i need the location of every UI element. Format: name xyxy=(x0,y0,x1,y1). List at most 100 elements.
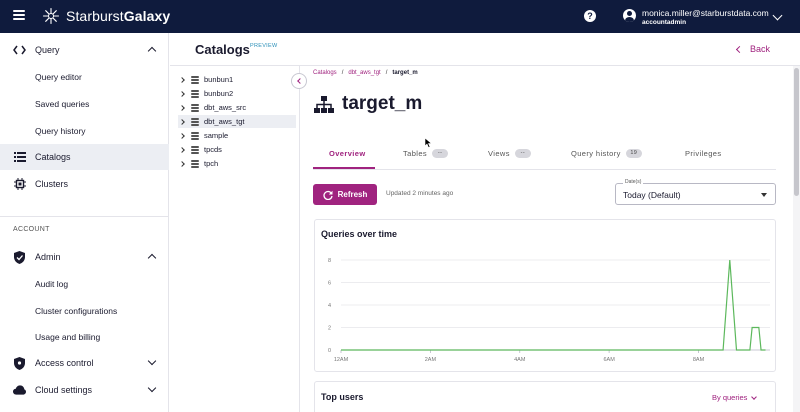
updated-timestamp: Updated 2 minutes ago xyxy=(386,190,454,197)
sidebar-item-admin[interactable]: Admin xyxy=(0,244,169,270)
chevron-left-icon xyxy=(735,45,744,53)
user-avatar-icon[interactable] xyxy=(623,9,636,22)
chevron-right-icon[interactable] xyxy=(179,90,185,97)
tab-overview[interactable]: Overview xyxy=(329,149,366,158)
sidebar-item-label: Query xyxy=(35,45,60,55)
database-icon xyxy=(191,103,199,112)
brand-name-bold: Galaxy xyxy=(123,8,171,24)
tab-label: Query history xyxy=(571,149,621,158)
tab-views[interactable]: Views -- xyxy=(488,149,531,158)
preview-badge: PREVIEW xyxy=(250,43,278,49)
sidebar-item-label: Access control xyxy=(35,358,94,368)
top-users-card: Top users By queries xyxy=(314,381,776,412)
refresh-icon xyxy=(323,190,333,200)
scrollbar-thumb[interactable] xyxy=(794,68,799,196)
tree-item-selected[interactable]: dbt_aws_tgt xyxy=(178,115,296,128)
database-icon xyxy=(191,145,199,154)
tab-label: Views xyxy=(488,149,510,158)
sidebar-item-query[interactable]: Query xyxy=(0,37,169,63)
sidebar-item-label: Clusters xyxy=(35,179,69,189)
tree-item[interactable]: bunbun2 xyxy=(178,87,296,100)
tab-query-history[interactable]: Query history 19 xyxy=(571,149,642,158)
tree-item[interactable]: tpch xyxy=(178,157,296,170)
brand-logo[interactable]: StarburstGalaxy xyxy=(42,7,170,25)
database-icon xyxy=(191,131,199,140)
caret-down-icon xyxy=(761,193,767,197)
queries-over-time-card: Queries over time 0 2 4 6 8 12AM 2AM 4AM 6AM 8AM xyxy=(314,219,776,372)
sidebar-item-access-control[interactable]: Access control xyxy=(0,350,169,376)
chart-x-tick-label: 6AM xyxy=(603,357,615,363)
tab-tables[interactable]: Tables -- xyxy=(403,149,449,158)
tab-count-badge: -- xyxy=(432,149,449,158)
sidebar-item-cluster-configurations[interactable]: Cluster configurations xyxy=(35,306,117,316)
refresh-label: Refresh xyxy=(337,190,368,199)
brand-name-light: Starburst xyxy=(66,8,124,24)
schema-title: target_m xyxy=(342,93,423,114)
chevron-right-icon[interactable] xyxy=(179,104,185,111)
menu-icon[interactable] xyxy=(13,10,25,20)
chevron-right-icon[interactable] xyxy=(179,132,185,139)
top-bar: StarburstGalaxy ? monica.miller@starburs… xyxy=(0,0,800,33)
chevron-up-icon xyxy=(147,46,157,56)
breadcrumb-catalogs[interactable]: Catalogs xyxy=(313,70,337,76)
database-icon xyxy=(191,117,199,126)
schema-hierarchy-icon xyxy=(314,96,334,113)
date-select[interactable]: Today (Default) xyxy=(615,183,776,205)
tab-privileges[interactable]: Privileges xyxy=(685,149,722,158)
sidebar-item-clusters[interactable]: Clusters xyxy=(0,171,169,197)
chevron-down-icon xyxy=(147,356,157,366)
card-title: Top users xyxy=(321,392,364,402)
tab-label: Tables xyxy=(403,149,428,158)
chevron-down-icon xyxy=(147,383,157,393)
user-email[interactable]: monica.miller@starburstdata.com xyxy=(642,8,769,18)
active-tab-indicator xyxy=(313,167,375,169)
chevron-right-icon[interactable] xyxy=(179,160,185,167)
shield-lock-icon xyxy=(13,356,26,370)
section-label-account: ACCOUNT xyxy=(13,226,50,233)
sort-by-label: By queries xyxy=(712,393,748,402)
sidebar-item-catalogs[interactable]: Catalogs xyxy=(0,144,169,170)
code-brackets-icon xyxy=(13,44,26,57)
sidebar-item-query-history[interactable]: Query history xyxy=(35,126,86,136)
tree-item[interactable]: sample xyxy=(178,129,296,142)
sidebar-item-audit-log[interactable]: Audit log xyxy=(35,279,68,289)
sidebar-item-usage-billing[interactable]: Usage and billing xyxy=(35,332,100,342)
chevron-up-icon xyxy=(147,253,157,263)
breadcrumb: Catalogs / dbt_aws_tgt / target_m xyxy=(313,70,418,76)
sidebar-item-saved-queries[interactable]: Saved queries xyxy=(35,99,89,109)
database-icon xyxy=(191,75,199,84)
chart-y-tick-label: 0 xyxy=(328,348,331,354)
date-select-label: Date(s) xyxy=(623,179,644,185)
chart-y-tick-label: 6 xyxy=(328,281,331,287)
chart-x-tick-label: 12AM xyxy=(334,357,349,363)
user-menu-chevron-icon[interactable] xyxy=(772,10,783,21)
tab-count-badge: 19 xyxy=(625,149,642,158)
tree-item[interactable]: dbt_aws_src xyxy=(178,101,296,114)
chevron-right-icon[interactable] xyxy=(179,146,185,153)
tree-item-label: bunbun2 xyxy=(204,89,234,98)
tree-item-label: tpcds xyxy=(204,145,222,154)
chevron-right-icon[interactable] xyxy=(179,76,185,83)
mouse-cursor-icon xyxy=(425,138,433,148)
help-icon[interactable]: ? xyxy=(584,10,596,22)
tab-count-badge: -- xyxy=(514,149,531,158)
refresh-button[interactable]: Refresh xyxy=(313,184,377,205)
sidebar-item-label: Catalogs xyxy=(35,152,71,162)
tab-bar: Overview Tables -- Views -- Query history 1… xyxy=(313,141,776,170)
list-icon xyxy=(13,151,26,164)
tree-item-label: sample xyxy=(204,131,229,140)
tree-item[interactable]: bunbun1 xyxy=(178,73,296,86)
breadcrumb-separator: / xyxy=(341,70,344,76)
chart-y-tick-label: 2 xyxy=(328,326,331,332)
sort-by-dropdown[interactable]: By queries xyxy=(712,393,758,402)
tree-item[interactable]: tpcds xyxy=(178,143,296,156)
back-button[interactable]: Back xyxy=(735,44,770,54)
collapse-tree-button[interactable] xyxy=(291,73,307,89)
queries-over-time-chart: 0 2 4 6 8 12AM 2AM 4AM 6AM 8AM xyxy=(328,258,770,363)
breadcrumb-separator: / xyxy=(385,70,388,76)
sidebar-item-cloud-settings[interactable]: Cloud settings xyxy=(0,377,169,403)
chart-x-tick-label: 2AM xyxy=(425,357,437,363)
breadcrumb-catalog[interactable]: dbt_aws_tgt xyxy=(348,70,380,76)
chevron-right-icon[interactable] xyxy=(179,118,185,125)
sidebar-item-query-editor[interactable]: Query editor xyxy=(35,72,82,82)
